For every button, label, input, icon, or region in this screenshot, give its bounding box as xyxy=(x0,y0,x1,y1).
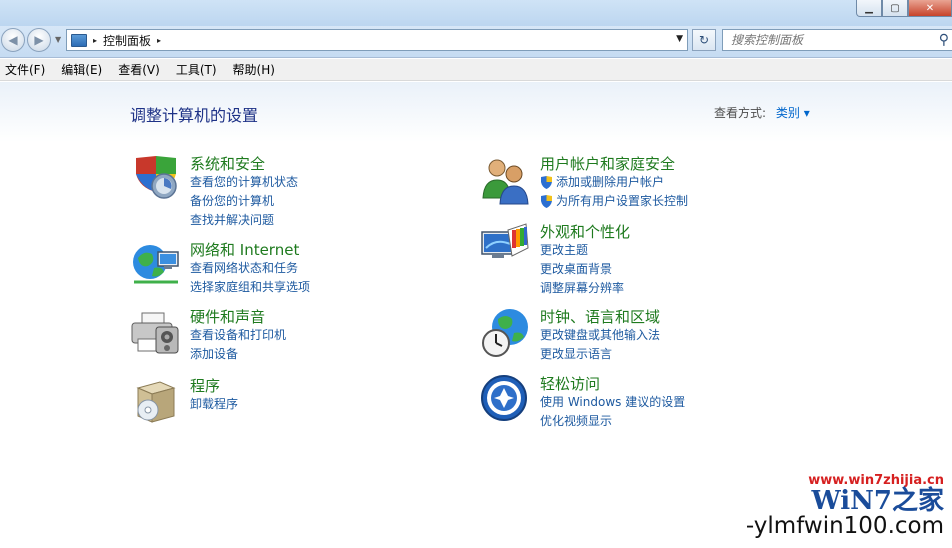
link-change-display-language[interactable]: 更改显示语言 xyxy=(540,345,660,364)
watermark-logo: WiN7之家 xyxy=(811,486,944,516)
category-links: 查看您的计算机状态 备份您的计算机 查找并解决问题 xyxy=(190,173,298,230)
category-title[interactable]: 外观和个性化 xyxy=(540,221,630,242)
category-title[interactable]: 系统和安全 xyxy=(190,153,265,174)
display-palette-icon[interactable] xyxy=(480,222,532,274)
link-add-remove-accounts[interactable]: 添加或删除用户帐户 xyxy=(540,173,688,192)
link-parental-controls[interactable]: 为所有用户设置家长控制 xyxy=(540,192,688,211)
programs-box-icon[interactable] xyxy=(130,376,182,428)
refresh-icon: ↻ xyxy=(698,33,710,47)
category-title[interactable]: 程序 xyxy=(190,375,220,396)
control-panel-window: ▁ ▢ ✕ ◀ ▶ ▼ ▸ 控制面板 ▸ ▼ ↻ ⚲ 文件(F) 编辑(E) 查… xyxy=(0,0,952,548)
category-title[interactable]: 用户帐户和家庭安全 xyxy=(540,153,675,174)
breadcrumb-control-panel[interactable]: 控制面板 xyxy=(103,32,151,49)
search-input[interactable] xyxy=(731,33,931,47)
link-change-background[interactable]: 更改桌面背景 xyxy=(540,260,624,279)
category-title[interactable]: 轻松访问 xyxy=(540,373,600,394)
minimize-icon: ▁ xyxy=(865,2,873,14)
recent-pages-dropdown[interactable]: ▼ xyxy=(55,35,61,44)
menu-help[interactable]: 帮助(H) xyxy=(233,61,275,78)
shield-security-icon[interactable] xyxy=(130,154,182,206)
address-bar[interactable]: ▸ 控制面板 ▸ ▼ xyxy=(66,29,688,51)
menu-tools[interactable]: 工具(T) xyxy=(176,61,217,78)
link-add-device[interactable]: 添加设备 xyxy=(190,345,286,364)
link-change-input-method[interactable]: 更改键盘或其他输入法 xyxy=(540,326,660,345)
link-label: 添加或删除用户帐户 xyxy=(556,175,665,189)
menu-file[interactable]: 文件(F) xyxy=(5,61,45,78)
category-title[interactable]: 硬件和声音 xyxy=(190,306,265,327)
view-by: 查看方式: 类别 ▾ xyxy=(714,104,810,121)
uac-shield-icon xyxy=(541,194,552,208)
link-devices-printers[interactable]: 查看设备和打印机 xyxy=(190,326,286,345)
search-box: ⚲ xyxy=(722,29,952,51)
link-optimize-visual-display[interactable]: 优化视频显示 xyxy=(540,412,685,431)
menu-view[interactable]: 查看(V) xyxy=(118,61,160,78)
link-adjust-resolution[interactable]: 调整屏幕分辨率 xyxy=(540,279,624,298)
site-watermark: www.win7zhijia.cn WiN7之家 -ylmfwin100.com xyxy=(746,473,944,538)
category-links: 卸载程序 xyxy=(190,395,238,414)
refresh-button[interactable]: ↻ xyxy=(692,29,716,51)
link-uninstall-program[interactable]: 卸载程序 xyxy=(190,395,238,414)
category-links: 更改键盘或其他输入法 更改显示语言 xyxy=(540,326,660,364)
users-icon[interactable] xyxy=(480,154,532,206)
close-icon: ✕ xyxy=(925,2,935,14)
title-bar: ▁ ▢ ✕ xyxy=(0,0,952,26)
link-find-fix-problems[interactable]: 查找并解决问题 xyxy=(190,211,298,230)
category-title[interactable]: 时钟、语言和区域 xyxy=(540,306,660,327)
close-button[interactable]: ✕ xyxy=(908,0,952,17)
ease-of-access-icon[interactable] xyxy=(480,374,532,426)
watermark-site: -ylmfwin100.com xyxy=(745,513,944,539)
printer-hardware-icon[interactable] xyxy=(130,307,182,359)
uac-shield-icon xyxy=(541,175,552,189)
maximize-button[interactable]: ▢ xyxy=(882,0,908,17)
forward-arrow-icon: ▶ xyxy=(34,33,44,47)
navigation-bar: ◀ ▶ ▼ ▸ 控制面板 ▸ ▼ ↻ ⚲ xyxy=(0,26,952,58)
category-links: 查看设备和打印机 添加设备 xyxy=(190,326,286,364)
menu-edit[interactable]: 编辑(E) xyxy=(61,61,102,78)
link-homegroup-sharing[interactable]: 选择家庭组和共享选项 xyxy=(190,278,310,297)
link-network-status-tasks[interactable]: 查看网络状态和任务 xyxy=(190,259,310,278)
forward-button[interactable]: ▶ xyxy=(27,28,51,52)
breadcrumb-separator-icon[interactable]: ▸ xyxy=(93,36,97,45)
link-windows-recommended-settings[interactable]: 使用 Windows 建议的设置 xyxy=(540,393,685,412)
category-title[interactable]: 网络和 Internet xyxy=(190,239,299,260)
breadcrumb-separator-icon[interactable]: ▸ xyxy=(157,36,161,45)
back-arrow-icon: ◀ xyxy=(8,33,18,47)
category-links: 添加或删除用户帐户 为所有用户设置家长控制 xyxy=(540,173,688,211)
network-globe-icon[interactable] xyxy=(130,240,182,292)
view-by-label: 查看方式: xyxy=(714,106,767,120)
search-icon[interactable]: ⚲ xyxy=(939,32,949,48)
link-backup-computer[interactable]: 备份您的计算机 xyxy=(190,192,298,211)
window-controls: ▁ ▢ ✕ xyxy=(856,0,952,17)
link-view-computer-status[interactable]: 查看您的计算机状态 xyxy=(190,173,298,192)
category-links: 更改主题 更改桌面背景 调整屏幕分辨率 xyxy=(540,241,624,298)
main-content: 调整计算机的设置 查看方式: 类别 ▾ 系统和安全 查看您的计算机状态 备份您的… xyxy=(0,82,952,548)
link-change-theme[interactable]: 更改主题 xyxy=(540,241,624,260)
category-links: 查看网络状态和任务 选择家庭组和共享选项 xyxy=(190,259,310,297)
address-dropdown-icon[interactable]: ▼ xyxy=(676,34,683,44)
menu-bar: 文件(F) 编辑(E) 查看(V) 工具(T) 帮助(H) xyxy=(0,59,952,81)
clock-globe-icon[interactable] xyxy=(480,307,532,359)
control-panel-icon xyxy=(71,33,87,47)
view-by-dropdown[interactable]: 类别 ▾ xyxy=(776,106,810,120)
link-label: 为所有用户设置家长控制 xyxy=(556,194,689,208)
page-title: 调整计算机的设置 xyxy=(130,106,259,125)
maximize-icon: ▢ xyxy=(890,2,900,14)
back-button[interactable]: ◀ xyxy=(1,28,25,52)
category-links: 使用 Windows 建议的设置 优化视频显示 xyxy=(540,393,685,431)
minimize-button[interactable]: ▁ xyxy=(856,0,882,17)
